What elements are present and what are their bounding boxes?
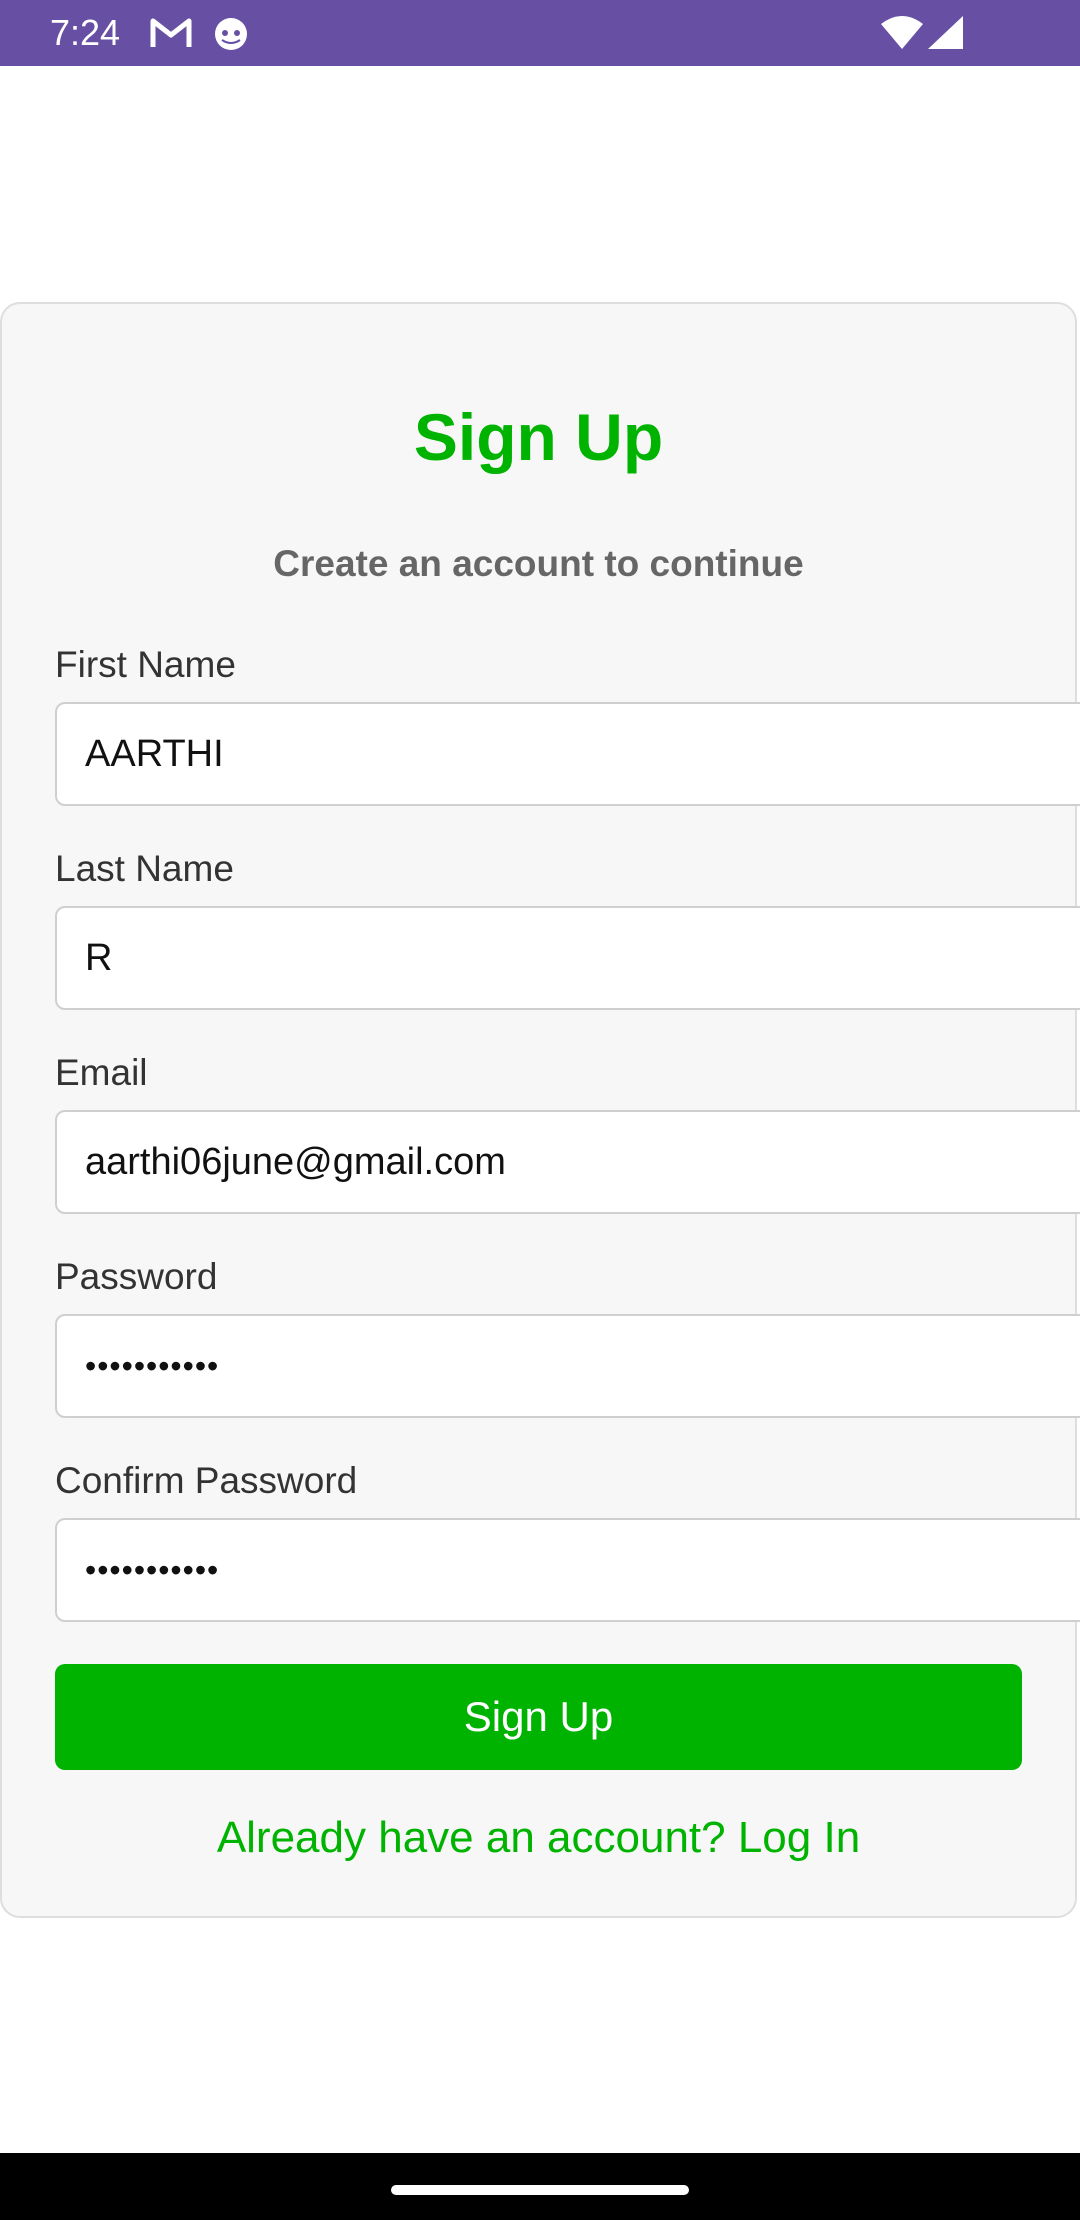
home-indicator[interactable] [391, 2185, 689, 2195]
email-field[interactable] [55, 1110, 1080, 1214]
login-link[interactable]: Already have an account? Log In [0, 1810, 1077, 1866]
status-bar: 7:24 [0, 0, 1080, 66]
password-field[interactable] [55, 1314, 1080, 1418]
confirm-password-field[interactable] [55, 1518, 1080, 1622]
last-name-label: Last Name [55, 848, 234, 889]
page-title: Sign Up [413, 400, 664, 474]
gmail-icon [150, 16, 192, 50]
android-robot-icon [213, 16, 249, 52]
cell-signal-icon [928, 16, 964, 50]
first-name-field[interactable] [55, 702, 1080, 806]
email-label: Email [55, 1052, 148, 1093]
status-time: 7:24 [50, 12, 121, 53]
first-name-label: First Name [55, 644, 236, 685]
page-subtitle: Create an account to continue [273, 543, 804, 584]
last-name-field[interactable] [55, 906, 1080, 1010]
wifi-icon [880, 16, 924, 50]
password-label: Password [55, 1256, 218, 1297]
sign-up-button[interactable]: Sign Up [55, 1664, 1022, 1770]
confirm-password-label: Confirm Password [55, 1460, 358, 1501]
